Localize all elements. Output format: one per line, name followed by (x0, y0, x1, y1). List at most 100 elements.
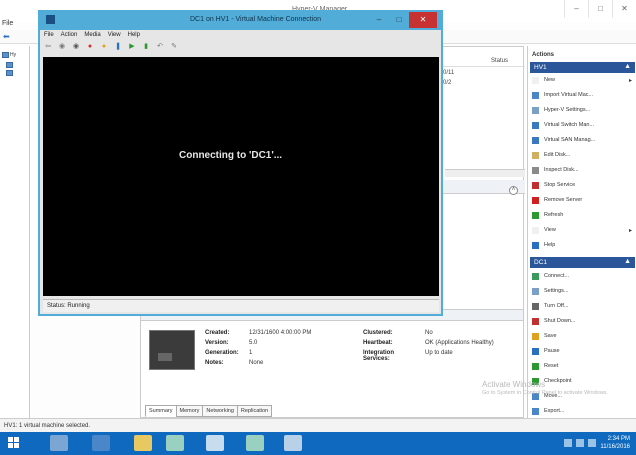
network-app-icon[interactable] (246, 435, 264, 451)
dc1-action-export[interactable]: Export... (532, 406, 635, 416)
vm-menu-action[interactable]: Action (61, 32, 78, 38)
action-virtual-san-manag[interactable]: Virtual SAN Manag... (532, 135, 635, 145)
tab-memory[interactable]: Memory (175, 405, 204, 417)
action-help[interactable]: Help (532, 240, 635, 250)
server-manager-icon[interactable] (50, 435, 68, 451)
action-label: Refresh (544, 212, 564, 218)
vm-connection-window[interactable]: DC1 on HV1 - Virtual Machine Connection … (38, 10, 443, 316)
back-arrow-icon[interactable]: ⬅ (3, 32, 10, 41)
vm-menu-help[interactable]: Help (128, 32, 140, 38)
version-value: 5.0 (249, 340, 258, 346)
tree-item-root[interactable]: Hy (2, 52, 16, 58)
system-tray (564, 439, 596, 447)
clock[interactable]: 2:34 PM 11/16/2016 (600, 435, 630, 451)
action-view[interactable]: View ▸ (532, 225, 635, 235)
vm-connection-icon[interactable] (206, 435, 224, 451)
action-refresh[interactable]: Refresh (532, 210, 635, 220)
volume-icon[interactable] (588, 439, 596, 447)
minimize-icon[interactable]: – (564, 0, 588, 18)
file-explorer-icon[interactable] (134, 435, 152, 451)
vm-menu-media[interactable]: Media (84, 32, 100, 38)
action-label: Pause (544, 348, 560, 354)
revert-icon[interactable]: ↶ (156, 43, 164, 51)
action-label: Virtual Switch Man... (544, 122, 595, 128)
menu-file[interactable]: File (2, 20, 13, 27)
maximize-icon[interactable]: □ (588, 0, 612, 18)
hyper-v-manager-icon[interactable] (166, 435, 184, 451)
maximize-icon[interactable]: □ (389, 12, 409, 28)
action-remove-server[interactable]: Remove Server (532, 195, 635, 205)
group-label: HV1 (534, 64, 547, 71)
dc1-action-pause[interactable]: Pause (532, 346, 635, 356)
start-icon[interactable]: ◉ (58, 43, 66, 51)
reset-icon[interactable]: ▶ (128, 43, 136, 51)
actions-group-dc1[interactable]: DC1 ▲ (530, 257, 635, 268)
enhanced-session-icon[interactable]: ✎ (170, 43, 178, 51)
tree-item-hv1[interactable] (6, 62, 13, 68)
tab-networking[interactable]: Networking (202, 405, 238, 417)
column-status[interactable]: Status (491, 58, 508, 64)
settings-icon (532, 106, 539, 114)
powershell-icon[interactable] (92, 435, 110, 451)
new-icon (532, 76, 539, 84)
ctrl-alt-del-icon[interactable]: ⇦ (44, 43, 52, 51)
pause-icon[interactable]: ❚ (114, 43, 122, 51)
save-icon (532, 332, 539, 340)
close-icon[interactable]: ✕ (409, 12, 437, 28)
view-icon (532, 226, 539, 234)
manager-status-text: HV1: 1 virtual machine selected. (4, 423, 91, 429)
dc1-action-reset[interactable]: Reset (532, 361, 635, 371)
action-inspect-disk[interactable]: Inspect Disk... (532, 165, 635, 175)
collapse-arrow-icon[interactable]: ▲ (624, 63, 631, 70)
notes-label: Notes: (205, 360, 224, 366)
turn-off-icon[interactable]: ◉ (72, 43, 80, 51)
app-window-icon[interactable] (284, 435, 302, 451)
horizontal-scrollbar[interactable] (445, 169, 525, 177)
action-virtual-switch-man[interactable]: Virtual Switch Man... (532, 120, 635, 130)
submenu-arrow-icon: ▸ (628, 227, 632, 234)
vm-menu-view[interactable]: View (108, 32, 121, 38)
dc1-action-shut-down[interactable]: Shut Down... (532, 316, 635, 326)
checkpoint-icon[interactable]: ▮ (142, 43, 150, 51)
connecting-message: Connecting to 'DC1'... (179, 150, 283, 161)
integration-label: Integration Services: (363, 350, 394, 362)
vm-thumbnail[interactable] (149, 330, 195, 370)
tree-item-hv1-sub[interactable] (6, 70, 13, 76)
action-import-virtual-mac[interactable]: Import Virtual Mac... (532, 90, 635, 100)
clock-time: 2:34 PM (607, 436, 630, 442)
minimize-icon[interactable]: – (369, 12, 389, 28)
integration-value: Up to date (425, 350, 453, 356)
action-new[interactable]: New ▸ (532, 75, 635, 85)
action-stop-service[interactable]: Stop Service (532, 180, 635, 190)
action-label: Inspect Disk... (544, 167, 579, 173)
vm-title-bar[interactable]: DC1 on HV1 - Virtual Machine Connection … (40, 12, 441, 30)
action-hyper-v-settings[interactable]: Hyper-V Settings... (532, 105, 635, 115)
dc1-action-settings[interactable]: Settings... (532, 286, 635, 296)
close-icon[interactable]: ✕ (612, 0, 636, 18)
action-label: Settings... (544, 288, 569, 294)
vm-connect-icon[interactable] (46, 15, 55, 24)
actions-group-hv1[interactable]: HV1 ▲ (530, 62, 635, 73)
dc1-action-turn-off[interactable]: Turn Off... (532, 301, 635, 311)
details-tabs: Summary Memory Networking Replication (145, 405, 273, 417)
shut-down-icon[interactable]: ● (86, 43, 94, 51)
vm-menu-file[interactable]: File (44, 32, 54, 38)
action-label: Remove Server (544, 197, 583, 203)
action-edit-disk[interactable]: Edit Disk... (532, 150, 635, 160)
action-label: Stop Service (544, 182, 576, 188)
save-state-icon[interactable]: ● (100, 43, 108, 51)
settings-icon (532, 287, 539, 295)
collapse-icon[interactable]: ˄ (509, 186, 518, 195)
collapse-arrow-icon[interactable]: ▲ (624, 258, 631, 265)
tab-summary[interactable]: Summary (145, 405, 177, 417)
action-label: Import Virtual Mac... (544, 92, 594, 98)
vm-window-controls: – □ ✕ (369, 12, 437, 28)
network-icon[interactable] (564, 439, 572, 447)
action-label: View (544, 227, 556, 233)
dc1-action-save[interactable]: Save (532, 331, 635, 341)
vm-display[interactable]: Connecting to 'DC1'... (43, 57, 439, 296)
flag-icon[interactable] (576, 439, 584, 447)
windows-start-icon[interactable] (8, 437, 20, 449)
dc1-action-connect[interactable]: Connect... (532, 271, 635, 281)
tab-replication[interactable]: Replication (236, 405, 273, 417)
